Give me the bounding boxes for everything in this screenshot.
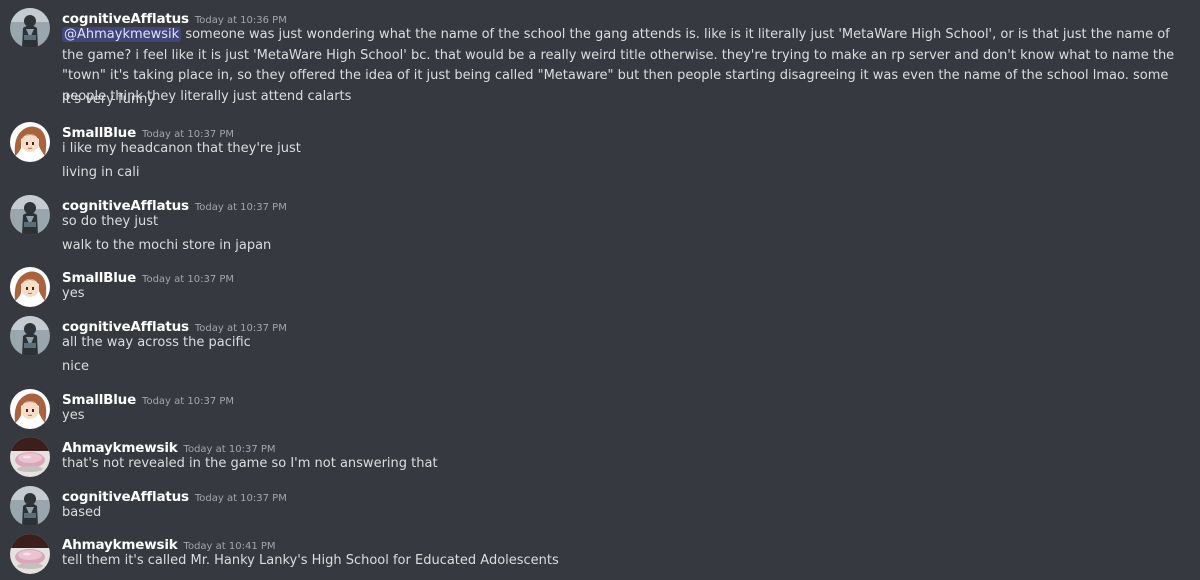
message-text: tell them it's called Mr. Hanky Lanky's … bbox=[62, 553, 559, 568]
message-text: living in cali bbox=[62, 165, 140, 180]
ahmaykmewsik-avatar[interactable] bbox=[10, 534, 50, 574]
smallblue-avatar[interactable] bbox=[10, 389, 50, 429]
ahmaykmewsik-avatar[interactable] bbox=[10, 437, 50, 477]
message-text: so do they just bbox=[62, 214, 159, 229]
message-text: yes bbox=[62, 408, 85, 423]
cognitive-avatar[interactable] bbox=[10, 486, 50, 526]
message-text: i like my headcanon that they're just bbox=[62, 141, 301, 156]
message-text: it's very funny bbox=[62, 92, 156, 107]
chat-message-list: cognitiveAfflatus Today at 10:36 PM @Ahma… bbox=[0, 0, 1200, 580]
cognitive-avatar[interactable] bbox=[10, 8, 50, 48]
message-text: yes bbox=[62, 286, 85, 301]
message-text: based bbox=[62, 505, 102, 520]
message-text: walk to the mochi store in japan bbox=[62, 238, 272, 253]
message-text: nice bbox=[62, 359, 89, 374]
message-text: all the way across the pacific bbox=[62, 335, 251, 350]
message-text: that's not revealed in the game so I'm n… bbox=[62, 456, 438, 471]
smallblue-avatar[interactable] bbox=[10, 122, 50, 162]
smallblue-avatar[interactable] bbox=[10, 267, 50, 307]
user-mention[interactable]: @Ahmaykmewsik bbox=[62, 27, 182, 42]
cognitive-avatar[interactable] bbox=[10, 195, 50, 235]
cognitive-avatar[interactable] bbox=[10, 316, 50, 356]
